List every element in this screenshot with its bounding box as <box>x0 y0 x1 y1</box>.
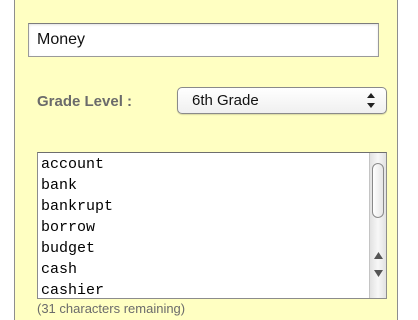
list-item[interactable]: account <box>41 154 113 175</box>
word-list-box[interactable]: account bank bankrupt borrow budget cash cashi… <box>37 152 387 299</box>
triangle-down-icon <box>373 269 383 277</box>
word-list-panel: Grade Level : 6th Grade accountbankbankr… <box>14 0 398 320</box>
vertical-scrollbar[interactable] <box>369 153 386 298</box>
up-down-arrows-icon <box>367 93 375 108</box>
grade-level-selected-value: 6th Grade <box>192 92 259 109</box>
grade-level-select[interactable]: 6th Grade <box>177 87 387 114</box>
list-item[interactable]: borrow <box>41 217 113 238</box>
list-item[interactable]: bank <box>41 175 113 196</box>
list-item[interactable]: bankrupt <box>41 196 113 217</box>
triangle-up-icon <box>373 251 383 259</box>
characters-remaining-text: (31 characters remaining) <box>37 301 186 316</box>
list-item[interactable]: cashier <box>41 280 113 298</box>
scroll-up-button[interactable] <box>370 247 386 263</box>
scroll-down-button[interactable] <box>370 265 386 281</box>
list-item[interactable]: cash <box>41 259 113 280</box>
scrollbar-thumb[interactable] <box>372 163 384 218</box>
title-input[interactable] <box>28 23 379 57</box>
grade-level-label: Grade Level : <box>37 93 133 110</box>
word-list: account bank bankrupt borrow budget cash cashi… <box>41 154 113 298</box>
list-item[interactable]: budget <box>41 238 113 259</box>
